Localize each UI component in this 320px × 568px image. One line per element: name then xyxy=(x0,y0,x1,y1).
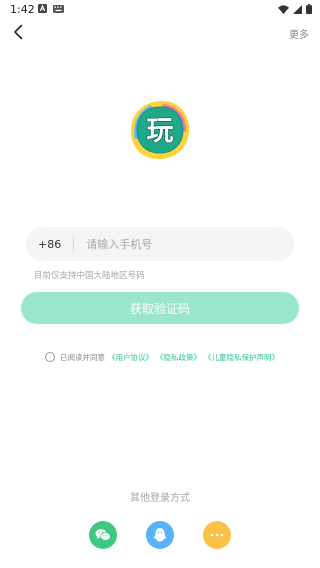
privacy-policy-link[interactable]: 《隐私政策》 xyxy=(156,352,201,363)
chevron-left-icon xyxy=(14,24,23,40)
get-code-button[interactable]: 获取验证码 xyxy=(21,292,299,324)
agreement-row: 已阅读并同意 《用户协议》 《隐私政策》 《儿童隐私保护声明》 xyxy=(45,351,279,363)
wechat-login-button[interactable] xyxy=(89,521,117,549)
more-button[interactable]: 更多 xyxy=(289,26,309,41)
keyboard-icon xyxy=(53,4,64,13)
status-bar: 1:42 xyxy=(0,0,320,20)
child-privacy-link[interactable]: 《儿童隐私保护声明》 xyxy=(204,352,279,363)
signal-icon xyxy=(293,4,302,14)
phone-field: +86 xyxy=(26,227,294,261)
phone-input[interactable] xyxy=(86,237,267,251)
app-logo-image: 玩 xyxy=(131,100,190,160)
wifi-icon xyxy=(278,4,289,14)
back-button[interactable] xyxy=(10,22,26,42)
qq-penguin-icon xyxy=(154,528,166,542)
country-code-selector[interactable]: +86 xyxy=(38,238,61,251)
status-icons-right xyxy=(278,4,312,14)
agreement-prefix: 已阅读并同意 xyxy=(60,352,105,362)
other-login-label: 其他登录方式 xyxy=(130,493,190,504)
battery-icon xyxy=(306,4,312,14)
agreement-checkbox[interactable] xyxy=(45,352,55,362)
wechat-icon xyxy=(95,529,111,541)
more-dots-icon xyxy=(210,533,224,537)
field-divider xyxy=(73,237,75,251)
status-icons-left xyxy=(38,4,64,13)
status-time: 1:42 xyxy=(10,3,35,16)
qq-login-button[interactable] xyxy=(146,521,174,549)
user-agreement-link[interactable]: 《用户协议》 xyxy=(108,352,153,363)
notification-a-icon xyxy=(38,4,47,13)
app-logo: 玩 xyxy=(129,99,191,161)
region-hint: 目前仅支持中国大陆地区号码 xyxy=(34,271,145,281)
nav-bar: 更多 xyxy=(0,22,320,44)
logo-glyph: 玩 xyxy=(147,116,174,147)
more-login-button[interactable] xyxy=(203,521,231,549)
